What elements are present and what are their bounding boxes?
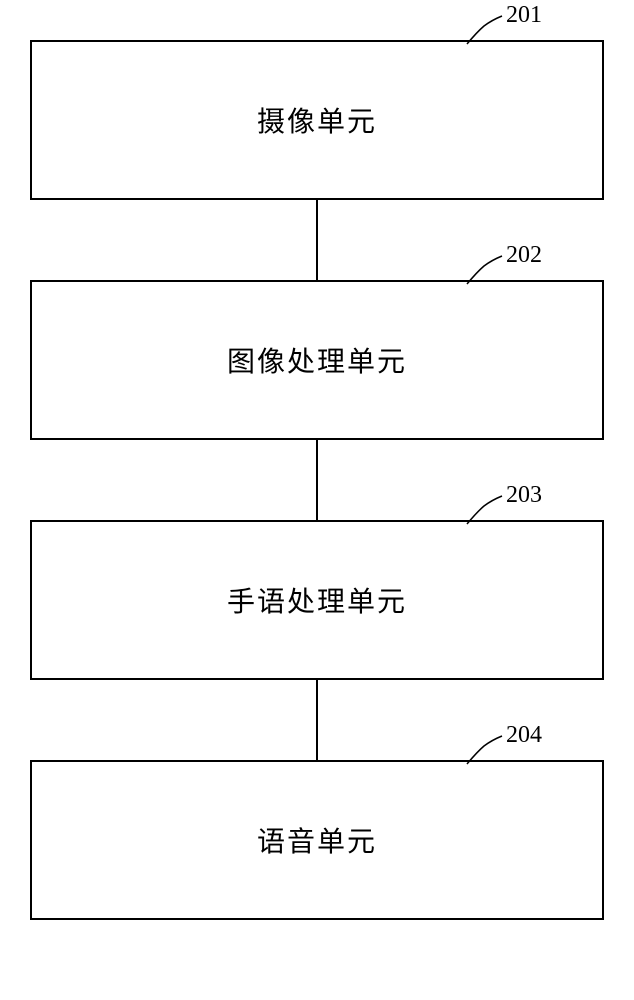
block-label-voice: 语音单元 [257,820,377,860]
connector-3 [316,680,318,760]
block-image-processing-unit: 202 图像处理单元 [30,280,604,440]
ref-curve-icon [462,494,507,526]
ref-label-204: 204 [506,722,542,749]
block-voice-unit: 204 语音单元 [30,760,604,920]
ref-label-203: 203 [506,482,542,509]
block-sign-language-processing-unit: 203 手语处理单元 [30,520,604,680]
ref-curve-icon [462,254,507,286]
block-label-image-proc: 图像处理单元 [227,340,407,380]
block-diagram: 201 摄像单元 202 图像处理单元 203 手语处理单元 204 [30,40,604,920]
ref-204: 204 [462,726,542,766]
ref-203: 203 [462,486,542,526]
block-label-sign-lang: 手语处理单元 [227,580,407,620]
connector-2 [316,440,318,520]
connector-1 [316,200,318,280]
ref-curve-icon [462,14,507,46]
ref-label-201: 201 [506,2,542,29]
ref-curve-icon [462,734,507,766]
ref-label-202: 202 [506,242,542,269]
ref-201: 201 [462,6,542,46]
block-camera-unit: 201 摄像单元 [30,40,604,200]
ref-202: 202 [462,246,542,286]
block-label-camera: 摄像单元 [257,100,377,140]
